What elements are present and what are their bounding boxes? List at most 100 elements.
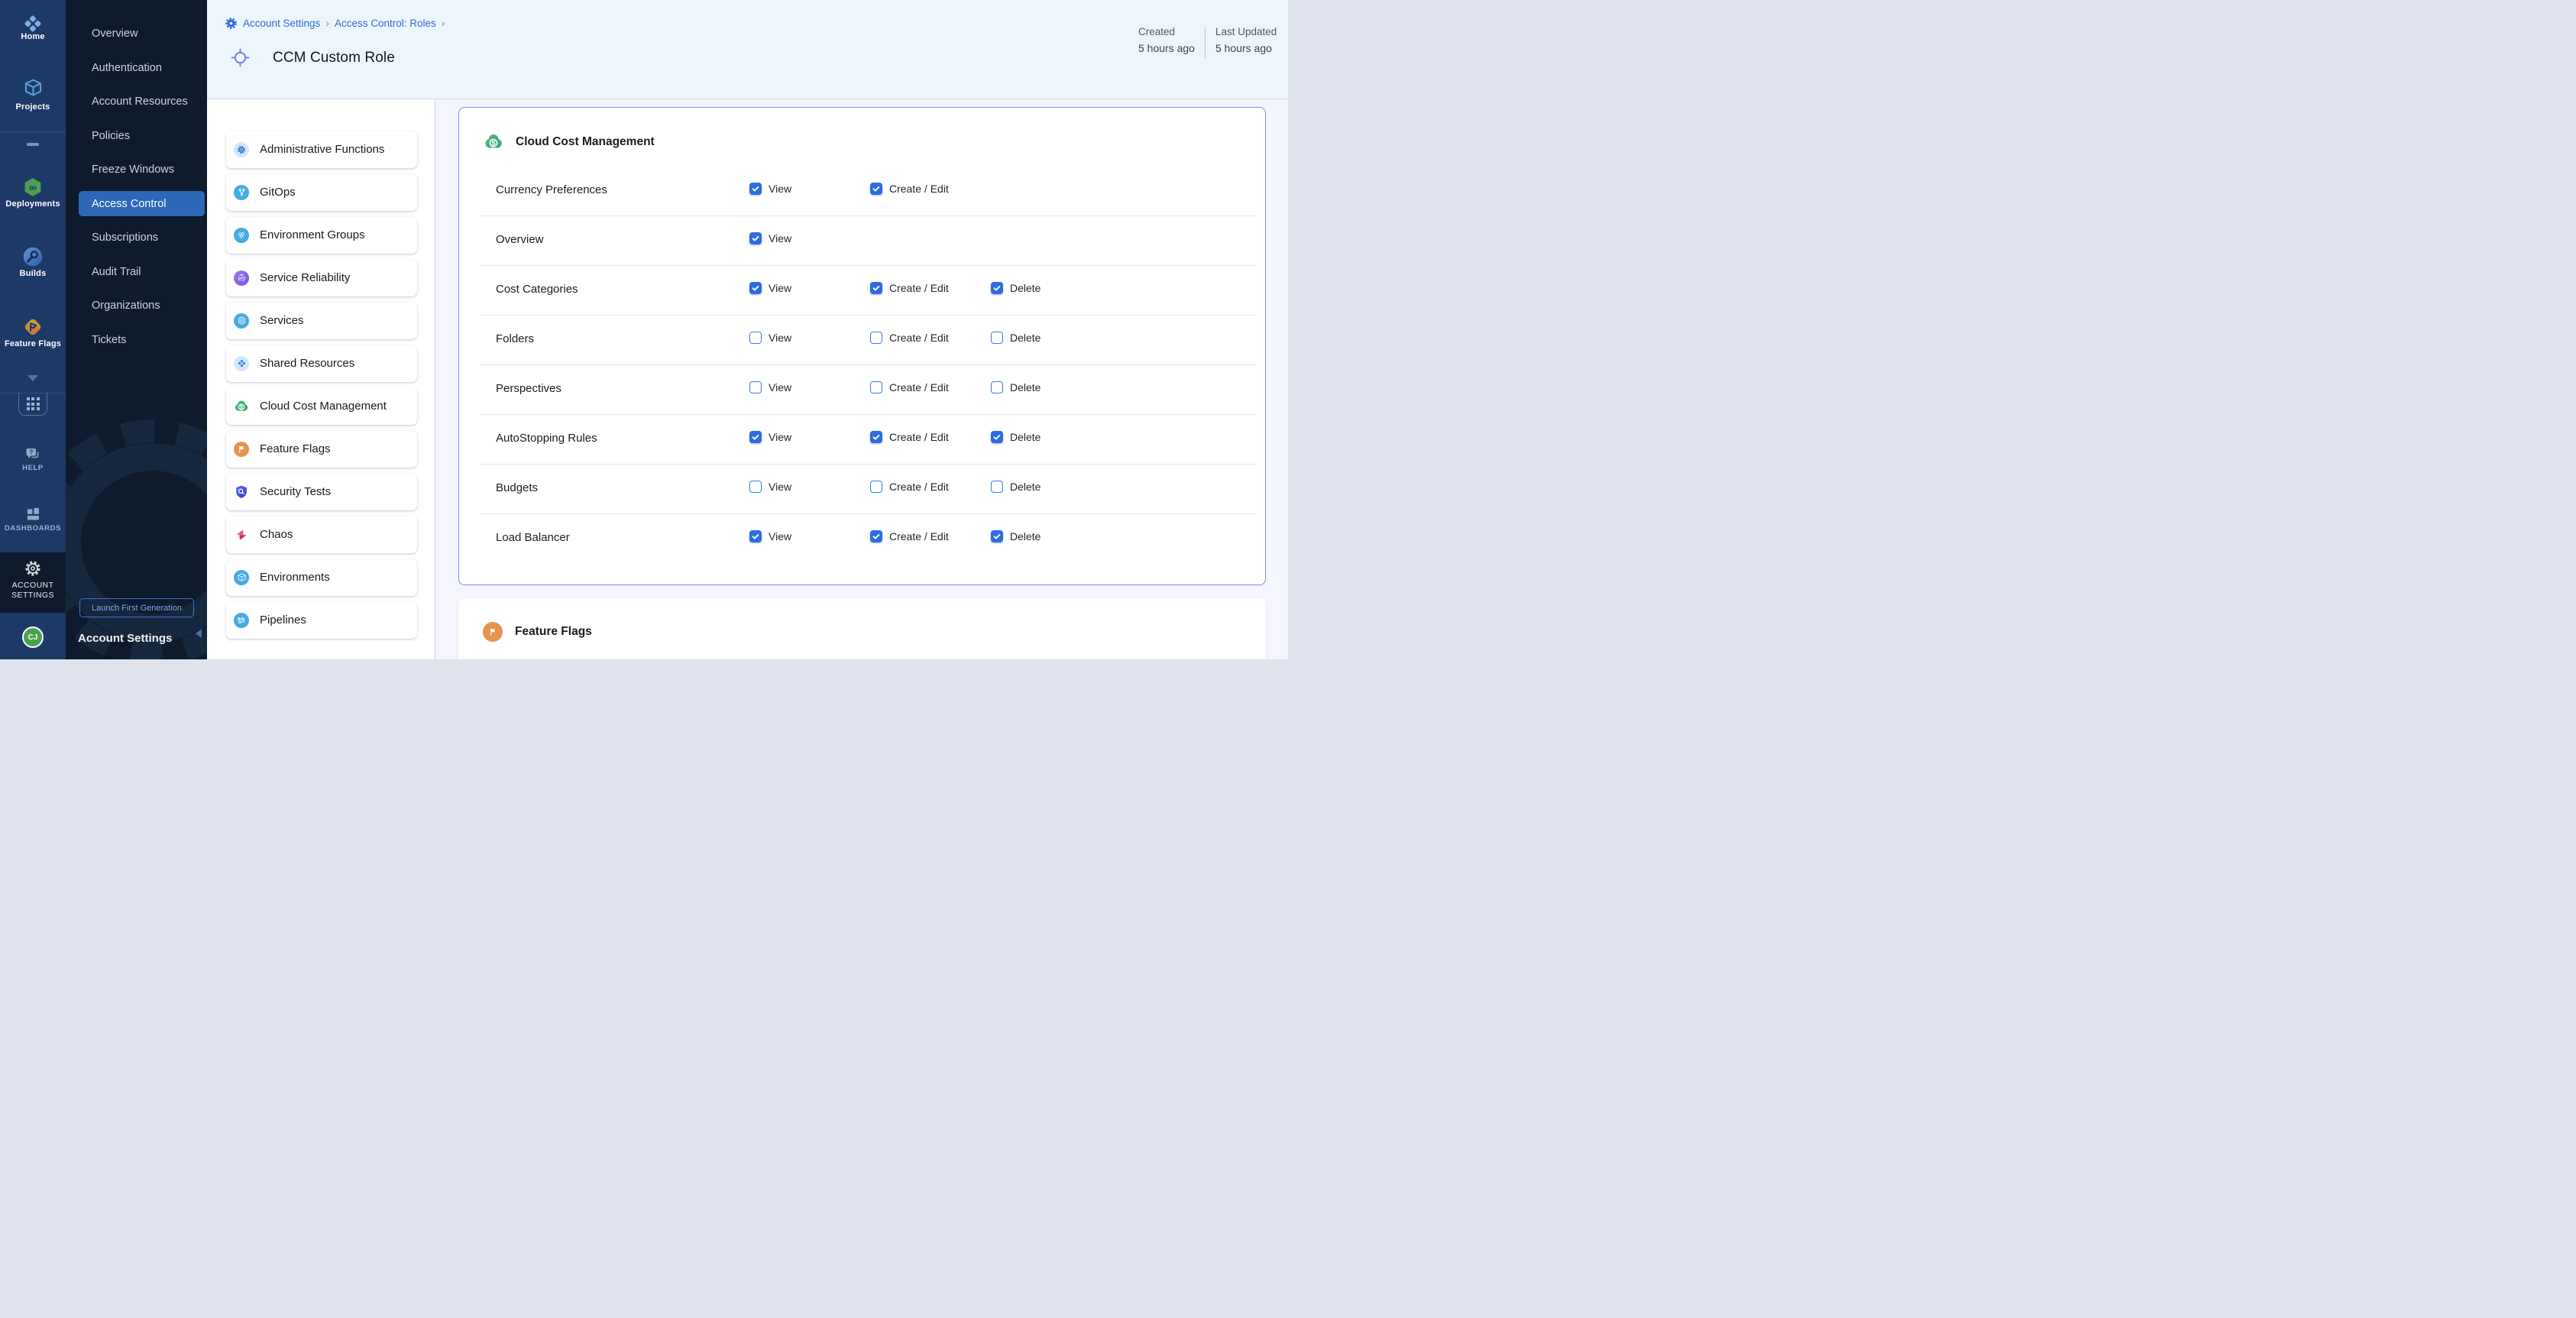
create-edit-checkbox-label: Create / Edit bbox=[889, 381, 949, 393]
nav-builds[interactable] bbox=[0, 246, 66, 271]
resource-card-cloud-cost-management[interactable]: $Cloud Cost Management bbox=[226, 388, 417, 425]
create-edit-checkbox[interactable] bbox=[870, 332, 882, 344]
view-checkbox[interactable] bbox=[749, 431, 762, 443]
sidebar-item-label: Audit Trail bbox=[79, 259, 205, 284]
resource-card-administrative-functions[interactable]: Administrative Functions bbox=[226, 131, 417, 168]
sidebar-item-account-resources[interactable]: Account Resources bbox=[66, 89, 207, 121]
permission-row-cost-categories: Cost CategoriesViewCreate / EditDelete bbox=[459, 266, 1265, 316]
resource-card-security-tests[interactable]: Security Tests bbox=[226, 474, 417, 510]
view-checkbox[interactable] bbox=[749, 332, 762, 344]
resource-card-label: Administrative Functions bbox=[260, 143, 384, 156]
create-edit-checkbox[interactable] bbox=[870, 183, 882, 195]
sidebar-item-freeze-windows[interactable]: Freeze Windows bbox=[66, 157, 207, 189]
view-checkbox-label: View bbox=[769, 332, 791, 344]
resource-card-feature-flags[interactable]: Feature Flags bbox=[226, 431, 417, 468]
resource-card-environment-groups[interactable]: Environment Groups bbox=[226, 217, 417, 254]
view-permission: View bbox=[749, 282, 791, 294]
nav-deployments-label: Deployments bbox=[0, 199, 66, 209]
delete-checkbox[interactable] bbox=[991, 282, 1003, 294]
sidebar-item-label: Subscriptions bbox=[79, 225, 205, 251]
chevron-down-icon[interactable] bbox=[28, 375, 38, 381]
launch-first-generation-button[interactable]: Launch First Generation bbox=[79, 598, 194, 617]
create-edit-checkbox[interactable] bbox=[870, 530, 882, 542]
view-checkbox-label: View bbox=[769, 232, 791, 244]
delete-checkbox-label: Delete bbox=[1010, 530, 1040, 542]
view-checkbox-label: View bbox=[769, 183, 791, 195]
resource-card-environments[interactable]: Environments bbox=[226, 559, 417, 596]
account-settings-label-2: SETTINGS bbox=[0, 591, 66, 600]
delete-checkbox[interactable] bbox=[991, 481, 1003, 493]
sidebar-title: Account Settings bbox=[78, 632, 172, 645]
create-edit-checkbox[interactable] bbox=[870, 431, 882, 443]
breadcrumb-account-settings-link[interactable]: Account Settings bbox=[243, 18, 320, 29]
permission-name: Folders bbox=[496, 332, 534, 345]
sidebar-item-label: Overview bbox=[79, 21, 205, 47]
create-edit-checkbox[interactable] bbox=[870, 381, 882, 393]
view-permission: View bbox=[749, 481, 791, 493]
delete-checkbox-label: Delete bbox=[1010, 332, 1040, 344]
view-permission: View bbox=[749, 381, 791, 393]
create-edit-checkbox[interactable] bbox=[870, 282, 882, 294]
sidebar-item-overview[interactable]: Overview bbox=[66, 21, 207, 53]
create-edit-checkbox-label: Create / Edit bbox=[889, 431, 949, 443]
user-avatar[interactable]: CJ bbox=[22, 627, 44, 648]
resource-card-label: GitOps bbox=[260, 186, 296, 199]
view-checkbox-label: View bbox=[769, 530, 791, 542]
shared-resources-icon bbox=[234, 356, 249, 371]
section-title: Cloud Cost Management bbox=[516, 135, 655, 149]
sidebar-item-authentication[interactable]: Authentication bbox=[66, 55, 207, 86]
view-checkbox-label: View bbox=[769, 431, 791, 443]
resource-card-services[interactable]: Services bbox=[226, 303, 417, 339]
delete-checkbox[interactable] bbox=[991, 530, 1003, 542]
permission-name: AutoStopping Rules bbox=[496, 432, 597, 445]
resource-card-pipelines[interactable]: Pipelines bbox=[226, 602, 417, 639]
delete-permission: Delete bbox=[991, 530, 1040, 542]
sidebar-item-access-control[interactable]: Access Control bbox=[66, 191, 207, 222]
create-edit-checkbox[interactable] bbox=[870, 481, 882, 493]
title-row: CCM Custom Role bbox=[231, 48, 395, 67]
role-crosshair-icon bbox=[231, 48, 250, 67]
view-checkbox[interactable] bbox=[749, 530, 762, 542]
sidebar-item-organizations[interactable]: Organizations bbox=[66, 293, 207, 325]
delete-checkbox[interactable] bbox=[991, 431, 1003, 443]
delete-checkbox[interactable] bbox=[991, 381, 1003, 393]
nav-projects[interactable] bbox=[0, 77, 66, 102]
view-checkbox[interactable] bbox=[749, 183, 762, 195]
sidebar-item-audit-trail[interactable]: Audit Trail bbox=[66, 259, 207, 290]
breadcrumb-gear-icon bbox=[225, 17, 238, 30]
resource-card-chaos[interactable]: Chaos bbox=[226, 517, 417, 553]
view-permission: View bbox=[749, 332, 791, 344]
nav-deployments[interactable]: ∞ bbox=[0, 176, 66, 202]
permission-name: Currency Preferences bbox=[496, 183, 607, 196]
sidebar-item-policies[interactable]: Policies bbox=[66, 123, 207, 154]
environments-icon bbox=[234, 570, 249, 585]
module-grid-button[interactable] bbox=[18, 393, 47, 416]
permission-rows: Currency Preferences View Create / Edit Ove… bbox=[459, 167, 1265, 564]
nav-feature-flags[interactable] bbox=[0, 316, 66, 342]
sidebar-item-subscriptions[interactable]: Subscriptions bbox=[66, 225, 207, 257]
resource-card-label: Shared Resources bbox=[260, 357, 354, 370]
gitops-icon bbox=[234, 185, 249, 200]
sidebar-collapse-arrow-icon[interactable] bbox=[196, 629, 202, 638]
module-nav-divider bbox=[0, 131, 66, 132]
view-checkbox[interactable] bbox=[749, 282, 762, 294]
permission-row-load-balancer: Load BalancerViewCreate / EditDelete bbox=[459, 514, 1265, 564]
delete-checkbox[interactable] bbox=[991, 332, 1003, 344]
resource-card-service-reliability[interactable]: Service Reliability bbox=[226, 260, 417, 296]
breadcrumb-access-control-roles-link[interactable]: Access Control: Roles bbox=[335, 18, 436, 29]
view-checkbox[interactable] bbox=[749, 232, 762, 244]
pipelines-icon bbox=[234, 613, 249, 628]
view-checkbox[interactable] bbox=[749, 381, 762, 393]
permission-row-overview: OverviewView bbox=[459, 216, 1265, 266]
nav-feature-flags-label: Feature Flags bbox=[0, 339, 66, 348]
resource-card-gitops[interactable]: GitOps bbox=[226, 174, 417, 211]
create-edit-checkbox-label: Create / Edit bbox=[889, 183, 949, 195]
resource-card-shared-resources[interactable]: Shared Resources bbox=[226, 345, 417, 382]
sidebar-item-tickets[interactable]: Tickets bbox=[66, 327, 207, 358]
breadcrumb: Account Settings › Access Control: Roles… bbox=[225, 16, 445, 30]
view-checkbox[interactable] bbox=[749, 481, 762, 493]
create-edit-checkbox-label: Create / Edit bbox=[889, 282, 949, 294]
cloud-cost-management-icon: $ bbox=[234, 399, 249, 414]
nav-account-settings[interactable]: ACCOUNT SETTINGS bbox=[0, 552, 66, 613]
delete-checkbox-label: Delete bbox=[1010, 431, 1040, 443]
